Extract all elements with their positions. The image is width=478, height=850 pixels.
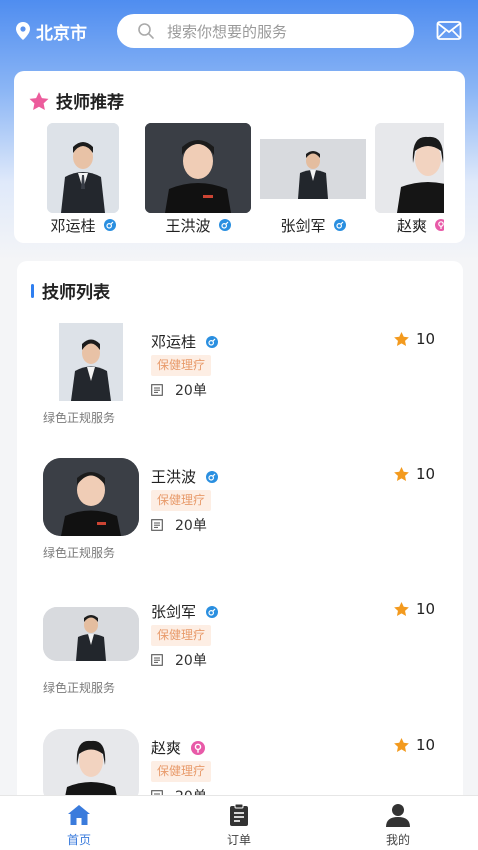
score-value: 10 <box>416 736 436 754</box>
technician-photo <box>43 458 139 536</box>
technician-photo <box>47 123 119 213</box>
order-count: 20单 <box>175 518 207 534</box>
order-count: 20单 <box>175 383 207 399</box>
female-icon <box>435 219 444 231</box>
tab-orders[interactable]: 订单 <box>199 796 279 850</box>
orders-icon <box>151 519 163 531</box>
technician-name: 邓运桂 <box>50 216 96 235</box>
recommend-item[interactable]: 赵爽 <box>375 123 444 238</box>
bottom-tab-bar: 首页 订单 我的 <box>0 795 478 850</box>
technician-photo <box>145 123 251 213</box>
tab-mine[interactable]: 我的 <box>358 796 438 850</box>
recommend-card: 技师推荐 邓运桂 王洪波 张剑军 赵爽 <box>14 71 465 243</box>
recommend-item[interactable]: 王洪波 <box>145 123 251 238</box>
tab-mine-label: 我的 <box>385 833 410 847</box>
score-value: 10 <box>416 600 436 618</box>
location-pin-icon <box>16 22 30 40</box>
service-tagline: 绿色正规服务 <box>43 411 116 425</box>
city-selector[interactable]: 北京市 <box>14 18 87 44</box>
star-icon <box>394 332 409 346</box>
star-icon <box>394 602 409 616</box>
orders-icon <box>151 384 163 396</box>
service-badge: 保健理疗 <box>151 490 212 511</box>
service-badge: 保健理疗 <box>151 355 212 376</box>
recommend-item[interactable]: 张剑军 <box>260 123 366 238</box>
technician-list-card: 技师列表 绿色正规服务 邓运桂 保健理疗 20单 10 绿色正规服务 王洪波 保… <box>17 261 463 821</box>
city-label: 北京市 <box>36 23 87 44</box>
mail-icon[interactable] <box>436 20 462 42</box>
service-badge: 保健理疗 <box>151 761 212 782</box>
user-icon <box>386 804 410 827</box>
technician-photo <box>59 323 123 401</box>
technician-name: 王洪波 <box>165 216 211 235</box>
technician-name: 邓运桂 <box>151 333 197 351</box>
score-value: 10 <box>416 330 436 348</box>
male-icon <box>333 219 346 231</box>
technician-photo <box>375 123 444 213</box>
recommend-item[interactable]: 邓运桂 <box>30 123 136 238</box>
technician-row[interactable]: 绿色正规服务 邓运桂 保健理疗 20单 10 <box>17 323 463 453</box>
technician-name: 张剑军 <box>151 603 197 621</box>
technician-name: 赵爽 <box>151 739 182 757</box>
service-badge: 保健理疗 <box>151 625 212 646</box>
female-icon <box>191 740 206 755</box>
tab-home-label: 首页 <box>66 833 91 847</box>
technician-photo <box>43 607 139 661</box>
technician-name: 赵爽 <box>397 216 428 235</box>
orders-icon <box>151 654 163 666</box>
service-tagline: 绿色正规服务 <box>43 546 116 560</box>
tab-orders-label: 订单 <box>226 833 251 847</box>
order-count: 20单 <box>175 653 207 669</box>
search-input[interactable]: 搜索你想要的服务 <box>117 14 414 48</box>
search-placeholder: 搜索你想要的服务 <box>167 22 288 41</box>
star-icon <box>394 738 409 752</box>
home-icon <box>68 805 90 825</box>
star-icon <box>394 467 409 481</box>
male-icon <box>103 219 116 231</box>
technician-name: 张剑军 <box>280 216 326 235</box>
score-value: 10 <box>416 465 436 483</box>
star-icon <box>29 91 49 110</box>
technician-row[interactable]: 绿色正规服务 王洪波 保健理疗 20单 10 <box>17 458 463 588</box>
recommend-title: 技师推荐 <box>28 88 124 113</box>
title-accent-bar <box>31 283 34 298</box>
male-icon <box>206 605 219 618</box>
clipboard-icon <box>230 803 248 826</box>
technician-photo <box>260 139 366 199</box>
tab-home[interactable]: 首页 <box>39 796 119 850</box>
header: 北京市 搜索你想要的服务 <box>0 0 478 64</box>
male-icon <box>218 219 231 231</box>
recommend-list: 邓运桂 王洪波 张剑军 赵爽 <box>14 123 444 238</box>
search-icon <box>138 23 154 39</box>
male-icon <box>206 470 219 483</box>
service-tagline: 绿色正规服务 <box>43 681 116 695</box>
technician-name: 王洪波 <box>151 468 197 486</box>
male-icon <box>206 335 219 348</box>
technician-row[interactable]: 绿色正规服务 张剑军 保健理疗 20单 10 <box>17 593 463 723</box>
list-title: 技师列表 <box>31 278 110 303</box>
